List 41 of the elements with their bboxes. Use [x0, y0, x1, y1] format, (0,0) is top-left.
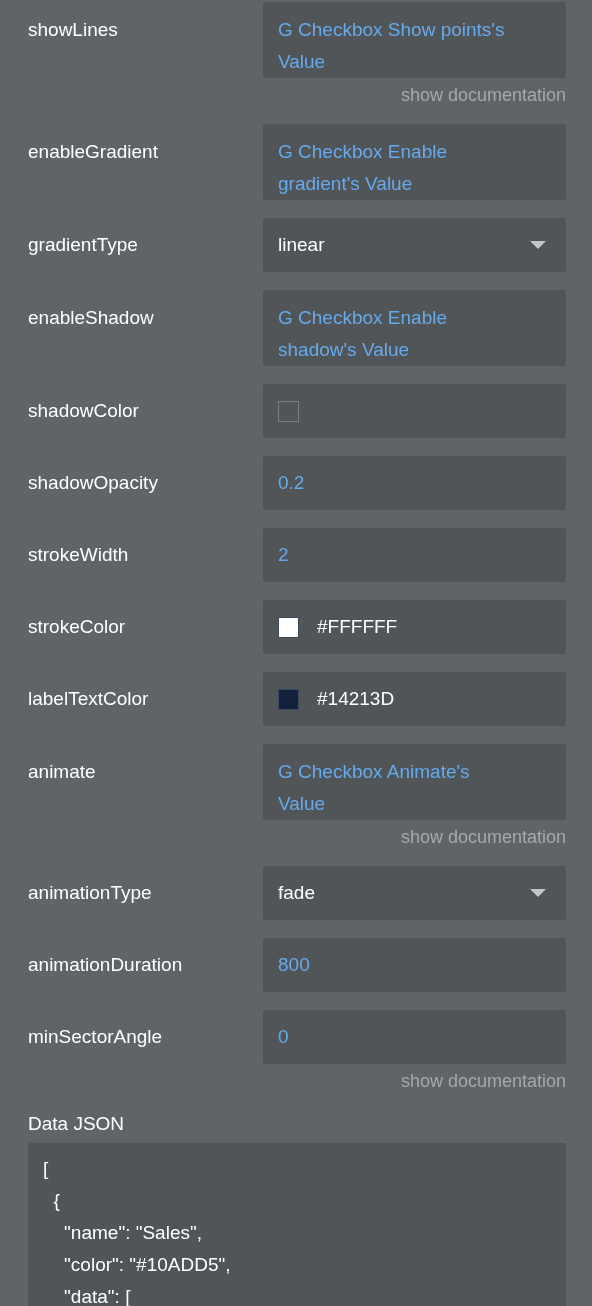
number-field[interactable]: 2 [263, 528, 566, 582]
property-label: showLines [28, 18, 119, 42]
property-label: animate [28, 760, 97, 784]
property-label: shadowOpacity [28, 471, 159, 495]
json-line: "name": "Sales", [63, 1220, 202, 1245]
json-line: { [52, 1188, 60, 1213]
property-label: enableGradient [28, 140, 159, 164]
dynamic-value-field[interactable]: G Checkbox Enable shadow's Value [263, 290, 566, 366]
property-label: strokeWidth [28, 543, 130, 567]
number-field[interactable]: 800 [263, 938, 566, 992]
data-json-textarea[interactable]: [ { "name": "Sales", "color": "#10ADD5", "data": [ [28, 1142, 566, 1306]
color-hex: #14213D [317, 686, 395, 711]
dropdown[interactable]: fade [263, 866, 566, 920]
json-line: "color": "#10ADD5", [63, 1252, 231, 1277]
dynamic-value-field[interactable]: G Checkbox Show points's Value [263, 2, 566, 78]
property-label: strokeColor [28, 615, 127, 639]
property-label: labelTextColor [28, 687, 150, 711]
caret-icon [530, 241, 546, 249]
property-label: minSectorAngle [28, 1025, 164, 1049]
data-json-label: Data JSON [28, 1112, 126, 1136]
show-documentation-link[interactable]: show documentation [400, 824, 566, 851]
number-field[interactable]: 0 [263, 1010, 566, 1064]
json-line: [ [43, 1156, 49, 1181]
dropdown[interactable]: linear [263, 218, 566, 272]
color-field[interactable] [263, 384, 566, 438]
color-field[interactable]: #FFFFFF [263, 600, 566, 654]
dynamic-value-field[interactable]: G Checkbox Animate's Value [263, 744, 566, 820]
property-label: shadowColor [28, 399, 140, 423]
property-label: gradientType [28, 233, 139, 257]
property-label: animationType [28, 881, 153, 905]
show-documentation-link[interactable]: show documentation [400, 1068, 566, 1095]
color-field[interactable]: #14213D [263, 672, 566, 726]
json-line: "data": [ [63, 1284, 131, 1306]
dynamic-value-field[interactable]: G Checkbox Enable gradient's Value [263, 124, 566, 200]
property-label: enableShadow [28, 306, 155, 330]
caret-icon [530, 889, 546, 897]
show-documentation-link[interactable]: show documentation [400, 82, 566, 109]
color-hex: #FFFFFF [317, 614, 398, 639]
number-field[interactable]: 0.2 [263, 456, 566, 510]
property-label: animationDuration [28, 953, 184, 977]
color-swatch [278, 400, 299, 422]
